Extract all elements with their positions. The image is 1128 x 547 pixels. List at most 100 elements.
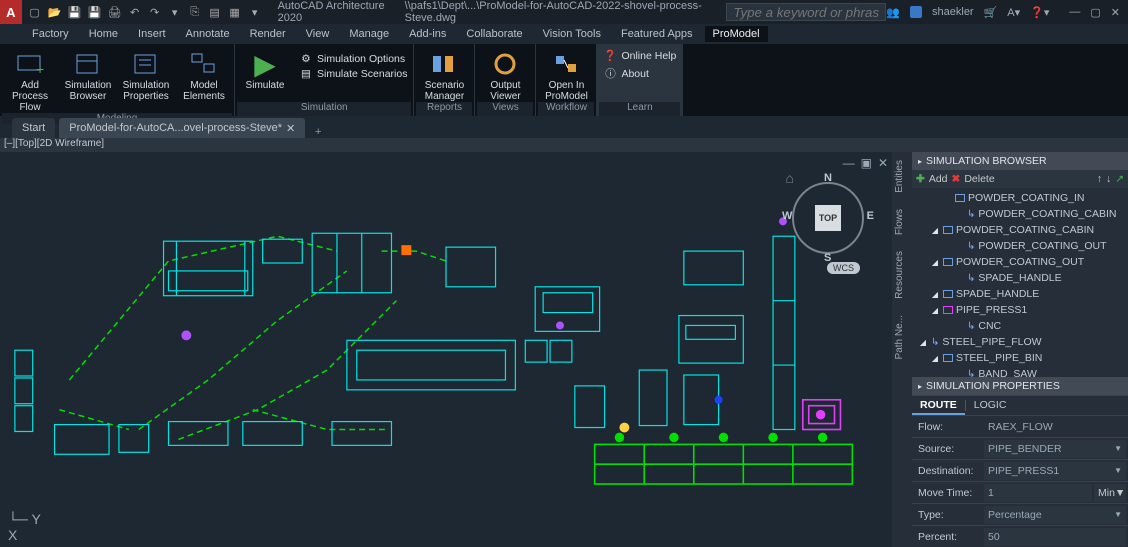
qat-layers-icon[interactable]: ▤	[208, 5, 222, 19]
vp-minimize-icon[interactable]: —	[843, 156, 855, 170]
doctab-active[interactable]: ProModel-for-AutoCA...ovel-process-Steve…	[59, 118, 305, 138]
prop-source-dropdown[interactable]: PIPE_BENDER▼	[984, 440, 1126, 458]
tree-node[interactable]: ◢POWDER_COATING_CABIN	[912, 222, 1128, 238]
qat-print-icon[interactable]: 🖨	[108, 5, 122, 19]
qat-share-icon[interactable]: ⎘	[188, 5, 202, 19]
move-down-icon[interactable]: ↓	[1106, 173, 1111, 185]
expander-icon[interactable]: ◢	[930, 354, 940, 363]
tree-node[interactable]: ◢POWDER_COATING_IN	[912, 190, 1128, 206]
tab-manage[interactable]: Manage	[341, 26, 397, 42]
qat-save-icon[interactable]: 💾	[68, 5, 82, 19]
avatar[interactable]	[910, 6, 922, 18]
output-viewer-button[interactable]: OutputViewer	[477, 48, 533, 102]
simulate-button[interactable]: ▶Simulate	[237, 48, 293, 91]
tree-node[interactable]: ↳SPADE_HANDLE	[912, 270, 1128, 286]
app-logo[interactable]: A	[0, 0, 22, 24]
close-tab-icon[interactable]: ✕	[286, 122, 295, 135]
tab-view[interactable]: View	[298, 26, 338, 42]
drawing-viewport[interactable]: — ▣ ✕ ⌂ TOP N S E W WCS └─ YX	[0, 152, 892, 547]
open-in-promodel-button[interactable]: Open InProModel	[538, 48, 594, 102]
tree-node[interactable]: ◢STEEL_PIPE_BIN	[912, 350, 1128, 366]
simulate-scenarios-button[interactable]: ▤Simulate Scenarios	[295, 67, 411, 81]
online-help-button[interactable]: ❓Online Help	[599, 48, 680, 63]
sidetab-pathnetworks[interactable]: Path Ne...	[892, 307, 912, 367]
vp-maximize-icon[interactable]: ▣	[861, 156, 872, 170]
close-icon[interactable]: ✕	[1111, 6, 1120, 19]
sidetab-flows[interactable]: Flows	[892, 201, 912, 243]
tab-promodel[interactable]: ProModel	[705, 26, 768, 42]
tab-route[interactable]: ROUTE	[912, 396, 965, 415]
tab-visiontools[interactable]: Vision Tools	[535, 26, 609, 42]
ucs-icon[interactable]: └─ YX	[8, 511, 41, 543]
sidetab-resources[interactable]: Resources	[892, 243, 912, 307]
tab-annotate[interactable]: Annotate	[178, 26, 238, 42]
qat-new-icon[interactable]: ▢	[28, 5, 42, 19]
tree-node-label: SPADE_HANDLE	[956, 288, 1039, 300]
goto-icon[interactable]: ↗	[1115, 173, 1124, 185]
viewport-label[interactable]: [–][Top][2D Wireframe]	[0, 138, 1128, 152]
tab-addins[interactable]: Add-ins	[401, 26, 454, 42]
add-button[interactable]: Add	[929, 173, 948, 185]
scenario-manager-button[interactable]: ScenarioManager	[416, 48, 472, 102]
doctab-start[interactable]: Start	[12, 118, 55, 138]
tab-collaborate[interactable]: Collaborate	[458, 26, 530, 42]
tab-factory[interactable]: Factory	[24, 26, 77, 42]
tab-home[interactable]: Home	[81, 26, 126, 42]
signin-icon[interactable]: 👥	[886, 6, 900, 19]
maximize-icon[interactable]: ▢	[1090, 6, 1100, 19]
tree-node[interactable]: ◢ SPADE_HANDLE	[912, 286, 1128, 302]
cart-icon[interactable]: 🛒	[984, 6, 998, 19]
expander-icon[interactable]: ◢	[918, 338, 928, 347]
sidetab-entities[interactable]: Entities	[892, 152, 912, 201]
model-elements-button[interactable]: ModelElements	[176, 48, 232, 102]
tree-node[interactable]: ↳POWDER_COATING_OUT	[912, 238, 1128, 254]
qat-more-icon[interactable]: ▾	[168, 5, 182, 19]
entity-box-icon	[943, 258, 953, 266]
tree-node[interactable]: ↳CNC	[912, 318, 1128, 334]
expander-icon[interactable]: ◢	[930, 226, 940, 235]
tree-node[interactable]: ◢↳STEEL_PIPE_FLOW	[912, 334, 1128, 350]
viewcube[interactable]: TOP N S E W	[786, 176, 870, 260]
tab-render[interactable]: Render	[242, 26, 294, 42]
viewcube-face[interactable]: TOP	[815, 205, 841, 231]
expander-icon[interactable]: ◢	[930, 306, 940, 315]
help-icon[interactable]: ❓▾	[1030, 6, 1049, 19]
qat-open-icon[interactable]: 📂	[48, 5, 62, 19]
tree-node[interactable]: ↳BAND_SAW	[912, 366, 1128, 377]
simulation-properties-button[interactable]: SimulationProperties	[118, 48, 174, 102]
prop-movetime-input[interactable]: 1	[984, 484, 1092, 502]
qat-saveas-icon[interactable]: 💾	[88, 5, 102, 19]
qat-redo-icon[interactable]: ↷	[148, 5, 162, 19]
prop-movetime-unit[interactable]: Min▼	[1094, 484, 1126, 502]
new-tab-button[interactable]: +	[309, 126, 327, 138]
prop-percent-input[interactable]: 50	[984, 528, 1126, 546]
prop-type-dropdown[interactable]: Percentage▼	[984, 506, 1126, 524]
tab-insert[interactable]: Insert	[130, 26, 174, 42]
about-button[interactable]: ⓘAbout	[599, 65, 652, 82]
vp-close-icon[interactable]: ✕	[878, 156, 888, 170]
move-up-icon[interactable]: ↑	[1097, 173, 1102, 185]
minimize-icon[interactable]: —	[1069, 6, 1080, 19]
add-process-flow-button[interactable]: +AddProcess Flow	[2, 48, 58, 113]
qat-undo-icon[interactable]: ↶	[128, 5, 142, 19]
cad-drawing	[0, 152, 892, 543]
browser-tree[interactable]: ◢POWDER_COATING_IN↳POWDER_COATING_CABIN◢…	[912, 188, 1128, 377]
tree-node[interactable]: ◢POWDER_COATING_OUT	[912, 254, 1128, 270]
tab-featuredapps[interactable]: Featured Apps	[613, 26, 701, 42]
wcs-badge[interactable]: WCS	[827, 262, 860, 274]
qat-dropdown-icon[interactable]: ▾	[248, 5, 262, 19]
app-menu-icon[interactable]: A▾	[1007, 6, 1020, 19]
simulation-browser-button[interactable]: SimulationBrowser	[60, 48, 116, 102]
expander-icon[interactable]: ◢	[942, 194, 952, 203]
search-input[interactable]	[726, 3, 886, 21]
tree-node[interactable]: ↳POWDER_COATING_CABIN	[912, 206, 1128, 222]
delete-button[interactable]: Delete	[964, 173, 994, 185]
qat-grid-icon[interactable]: ▦	[228, 5, 242, 19]
tab-logic[interactable]: LOGIC	[966, 396, 1015, 415]
entity-box-icon	[943, 306, 953, 314]
expander-icon[interactable]: ◢	[930, 258, 940, 267]
tree-node[interactable]: ◢PIPE_PRESS1	[912, 302, 1128, 318]
prop-dest-dropdown[interactable]: PIPE_PRESS1▼	[984, 462, 1126, 480]
simulation-options-button[interactable]: ⚙Simulation Options	[295, 52, 411, 66]
expander-icon[interactable]: ◢	[930, 290, 940, 299]
